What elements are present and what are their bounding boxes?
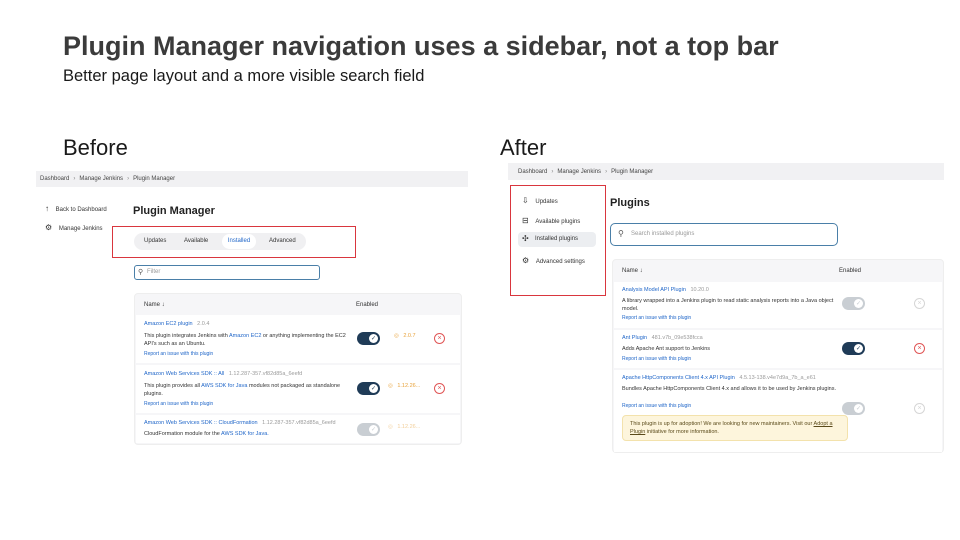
breadcrumb-item[interactable]: Dashboard: [40, 176, 69, 182]
description-link[interactable]: AWS SDK for Java.: [221, 431, 269, 437]
description-link[interactable]: AWS SDK for Java: [201, 383, 247, 389]
chevron-right-icon: ›: [551, 168, 554, 175]
check-icon: ✓: [854, 404, 863, 413]
plugin-version: 1.12.287-357.vf82d85a_6eefd: [228, 371, 303, 377]
plugins-table: Name ↓ Enabled Analysis Model API Plugin…: [612, 259, 944, 453]
check-icon: ✓: [369, 334, 378, 343]
plugin-name-link[interactable]: Ant Plugin: [622, 335, 647, 341]
enabled-toggle[interactable]: ✓: [842, 402, 865, 415]
slide-title: Plugin Manager navigation uses a sidebar…: [63, 31, 779, 61]
uninstall-icon[interactable]: ×: [434, 333, 445, 344]
report-issue-link[interactable]: Report an issue with this plugin: [622, 356, 691, 362]
search-icon: ⚲: [138, 269, 144, 276]
adoption-notice: This plugin is up for adoption! We are l…: [622, 415, 848, 441]
check-icon: ✓: [369, 425, 378, 434]
arrow-up-icon: ↑: [45, 204, 49, 213]
enabled-toggle[interactable]: ✓: [357, 423, 380, 436]
plugin-description: This plugin provides all AWS SDK for Jav…: [144, 383, 341, 397]
plugin-name-link[interactable]: Amazon EC2 plugin: [144, 321, 193, 327]
after-label: After: [500, 135, 547, 160]
sidebar-item-manage-jenkins[interactable]: ⚙ Manage Jenkins: [45, 223, 103, 232]
report-issue-link[interactable]: Report an issue with this plugin: [622, 403, 691, 409]
table-row: Amazon Web Services SDK :: All 1.12.287-…: [136, 365, 460, 413]
highlight-box-sidebar: [510, 185, 606, 296]
column-header-enabled: Enabled: [839, 268, 862, 274]
plugins-table: Name ↓ Enabled Amazon EC2 plugin 2.0.4 T…: [134, 293, 462, 445]
column-header-name[interactable]: Name ↓: [622, 268, 643, 274]
breadcrumb: Dashboard › Manage Jenkins › Plugin Mana…: [508, 163, 944, 180]
chevron-right-icon: ›: [127, 176, 130, 182]
report-issue-link[interactable]: Report an issue with this plugin: [622, 315, 691, 321]
breadcrumb-item[interactable]: Plugin Manager: [133, 176, 175, 182]
update-badge[interactable]: ◎ 2.0.7: [394, 333, 416, 339]
sidebar-item-label: Manage Jenkins: [58, 226, 103, 232]
plugin-version: 481.v7b_09e538fcca: [651, 335, 703, 341]
before-screenshot: Dashboard › Manage Jenkins › Plugin Mana…: [36, 171, 468, 451]
before-label: Before: [63, 135, 128, 160]
plugin-name-link[interactable]: Analysis Model API Plugin: [622, 287, 686, 293]
update-badge[interactable]: ◎ 1.12.26...: [388, 383, 420, 389]
check-icon: ✓: [369, 384, 378, 393]
plugin-name-link[interactable]: Apache HttpComponents Client 4.x API Plu…: [622, 375, 735, 381]
plugin-version: 2.0.4: [197, 321, 210, 327]
sidebar-item-label: Back to Dashboard: [55, 207, 107, 213]
table-row: Amazon EC2 plugin 2.0.4 This plugin inte…: [136, 315, 460, 363]
plugin-version: 4.5.13-138.v4e7d9a_7b_a_e61: [739, 375, 816, 381]
column-header-name[interactable]: Name ↓: [144, 302, 165, 308]
plugin-version: 1.12.287-357.vf82d85a_6eefd: [262, 420, 336, 426]
breadcrumb-item[interactable]: Manage Jenkins: [557, 169, 601, 175]
update-icon: ◎: [388, 424, 393, 430]
search-placeholder: Search installed plugins: [631, 231, 695, 237]
check-icon: ✓: [854, 344, 863, 353]
filter-placeholder: Filter: [147, 269, 161, 275]
table-row: Analysis Model API Plugin 10.20.0 A libr…: [614, 282, 942, 328]
plugin-description: CloudFormation module for the AWS SDK fo…: [144, 431, 269, 437]
gear-icon: ⚙: [45, 223, 53, 232]
sidebar-item-back[interactable]: ↑ Back to Dashboard: [45, 204, 107, 213]
table-row: Apache HttpComponents Client 4.x API Plu…: [614, 370, 942, 452]
plugin-name-link[interactable]: Amazon Web Services SDK :: CloudFormatio…: [144, 420, 258, 426]
plugin-description: This plugin integrates Jenkins with Amaz…: [144, 333, 346, 347]
update-icon: ◎: [388, 383, 393, 389]
update-badge[interactable]: ◎ 1.12.26...: [388, 424, 420, 430]
table-row: Amazon Web Services SDK :: CloudFormatio…: [136, 415, 460, 443]
search-input[interactable]: ⚲ Search installed plugins: [610, 223, 838, 246]
chevron-right-icon: ›: [605, 168, 608, 175]
highlight-box-tabs: [112, 226, 356, 258]
update-icon: ◎: [394, 333, 399, 339]
plugin-description: Adds Apache Ant support to Jenkins: [622, 346, 711, 352]
breadcrumb-item[interactable]: Plugin Manager: [611, 169, 653, 175]
table-row: Ant Plugin 481.v7b_09e538fcca Adds Apach…: [614, 330, 942, 368]
chevron-right-icon: ›: [73, 176, 76, 182]
enabled-toggle[interactable]: ✓: [842, 342, 865, 355]
breadcrumb: Dashboard › Manage Jenkins › Plugin Mana…: [36, 171, 468, 187]
page-heading: Plugins: [610, 197, 650, 209]
uninstall-icon[interactable]: ×: [914, 343, 925, 354]
enabled-toggle[interactable]: ✓: [357, 332, 380, 345]
uninstall-icon[interactable]: ×: [434, 383, 445, 394]
report-issue-link[interactable]: Report an issue with this plugin: [144, 351, 213, 357]
uninstall-icon[interactable]: ×: [914, 298, 925, 309]
slide-subtitle: Better page layout and a more visible se…: [63, 67, 425, 85]
description-link[interactable]: Amazon EC2: [229, 333, 261, 339]
search-icon: ⚲: [618, 229, 624, 238]
page-heading: Plugin Manager: [133, 205, 215, 217]
plugin-description: A library wrapped into a Jenkins plugin …: [622, 298, 834, 312]
report-issue-link[interactable]: Report an issue with this plugin: [144, 401, 213, 407]
plugin-description: Bundles Apache HttpComponents Client 4.x…: [622, 386, 837, 392]
uninstall-icon[interactable]: ×: [914, 403, 925, 414]
breadcrumb-item[interactable]: Dashboard: [518, 169, 547, 175]
enabled-toggle[interactable]: ✓: [357, 382, 380, 395]
check-icon: ✓: [854, 299, 863, 308]
enabled-toggle[interactable]: ✓: [842, 297, 865, 310]
breadcrumb-item[interactable]: Manage Jenkins: [79, 176, 123, 182]
plugin-version: 10.20.0: [690, 287, 709, 293]
plugin-name-link[interactable]: Amazon Web Services SDK :: All: [144, 371, 224, 377]
filter-input[interactable]: ⚲ Filter: [134, 265, 320, 280]
column-header-enabled: Enabled: [356, 302, 379, 308]
